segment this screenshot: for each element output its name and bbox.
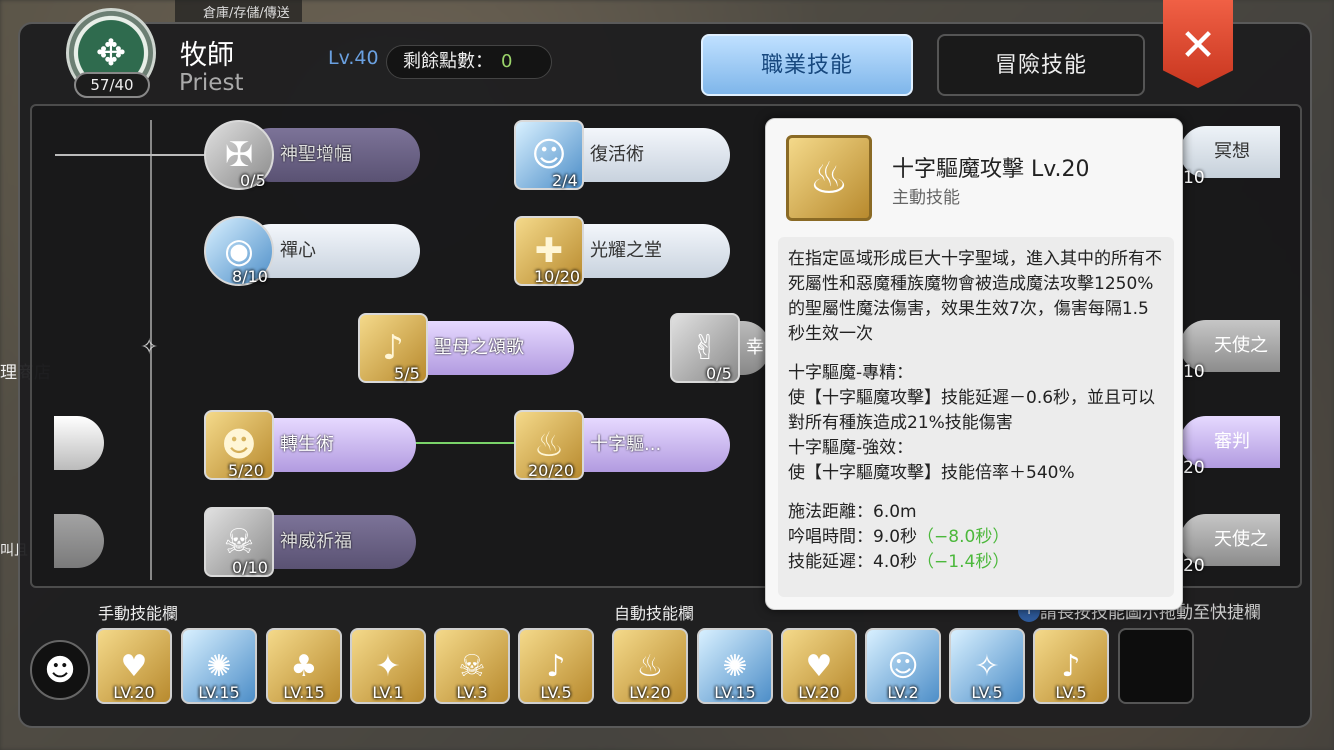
skill-count: 10/20	[534, 267, 581, 286]
tooltip-description[interactable]: 在指定區域形成巨大十字聖域，進入其中的所有不死屬性和惡魔種族魔物會被造成魔法攻擊…	[778, 237, 1174, 597]
manual-skill-slot[interactable]: ☠ LV.3	[434, 628, 510, 704]
skill-count: 5/5	[394, 364, 420, 383]
tooltip-skill-type: 主動技能	[892, 188, 960, 208]
tooltip-spec2-body: 使【十字驅魔攻擊】技能倍率＋540%	[788, 463, 1075, 483]
tree-connector-active	[414, 442, 516, 444]
slot-level: LV.2	[887, 683, 919, 702]
tooltip-delay: 技能延遲：4.0秒	[788, 552, 918, 572]
tooltip-cast-row: 吟唱時間：9.0秒（−8.0秒）	[788, 525, 1164, 550]
manual-skill-slot[interactable]: ✦ LV.1	[350, 628, 426, 704]
auto-skill-slot[interactable]: ✺ LV.15	[697, 628, 773, 704]
auto-skill-slot[interactable]: ☺ LV.2	[865, 628, 941, 704]
tooltip-delay-mod: （−1.4秒）	[917, 552, 1010, 572]
job-title: 牧師	[180, 40, 234, 71]
tooltip-spec1-title: 十字驅魔-專精：	[788, 363, 914, 383]
tooltip-desc-text: 在指定區域形成巨大十字聖域，進入其中的所有不死屬性和惡魔種族魔物會被造成魔法攻擊…	[788, 249, 1162, 344]
skill-count: 0/5	[240, 171, 266, 190]
tooltip-range: 施法距離：6.0m	[788, 502, 917, 522]
auto-skill-slot[interactable]: ♨ LV.20	[612, 628, 688, 704]
auto-skill-slot[interactable]: ✧ LV.5	[949, 628, 1025, 704]
skill-node[interactable]: 禪心 ◉ 8/10	[204, 216, 420, 286]
manual-skill-slot[interactable]: ♪ LV.5	[518, 628, 594, 704]
skill-count: 2/4	[552, 171, 578, 190]
slot-level: LV.5	[971, 683, 1003, 702]
skill-count: 20/20	[528, 461, 575, 480]
skill-node[interactable]: 十字驅... ♨ 20/20	[514, 410, 730, 480]
holy-flame-icon: ♨	[786, 135, 872, 221]
empty-skill-slot[interactable]	[1118, 628, 1194, 704]
skill-node[interactable]: 聖母之頌歌 ♪ 5/5	[358, 313, 574, 383]
slot-level: LV.3	[456, 683, 488, 702]
points-label: 剩餘點數：	[403, 51, 493, 72]
manual-skill-slot[interactable]: ♣ LV.15	[266, 628, 342, 704]
slot-level: LV.15	[714, 683, 756, 702]
manual-skill-bar-label: 手動技能欄	[98, 604, 179, 623]
auto-skill-slot[interactable]: ♥ LV.20	[781, 628, 857, 704]
slot-level: LV.1	[372, 683, 404, 702]
job-subtitle: Priest	[179, 70, 244, 96]
tree-divider-ornament-icon: ✧	[140, 335, 159, 360]
avatar-icon[interactable]: ☻	[30, 640, 90, 700]
tooltip-spec1-body: 使【十字驅魔攻擊】技能延遲－0.6秒，並且可以對所有種族造成21%技能傷害	[788, 388, 1156, 433]
points-value: 0	[501, 51, 513, 72]
skill-count: 10	[1183, 168, 1205, 188]
skill-count: 0/5	[706, 364, 732, 383]
slot-level: LV.5	[1055, 683, 1087, 702]
slot-level: LV.20	[113, 683, 155, 702]
skill-count: 5/20	[228, 461, 264, 480]
tooltip-cast-mod: （−8.0秒）	[917, 527, 1010, 547]
skill-node[interactable]: 光耀之堂 ✚ 10/20	[514, 216, 730, 286]
auto-skill-slot[interactable]: ♪ LV.5	[1033, 628, 1109, 704]
manual-skill-slot[interactable]: ✺ LV.15	[181, 628, 257, 704]
skill-tooltip: ♨ 十字驅魔攻擊 Lv.20 主動技能 在指定區域形成巨大十字聖域，進入其中的所…	[765, 118, 1183, 610]
skill-node[interactable]: 復活術 ☺ 2/4	[514, 120, 730, 190]
slot-level: LV.20	[629, 683, 671, 702]
skill-count: 20	[1183, 458, 1205, 478]
manual-skill-slot[interactable]: ♥ LV.20	[96, 628, 172, 704]
tooltip-skill-name: 十字驅魔攻擊 Lv.20	[892, 157, 1090, 182]
skill-node[interactable]: 神聖增幅 ✠ 0/5	[204, 120, 420, 190]
slot-level: LV.5	[540, 683, 572, 702]
tab-job-skills[interactable]: 職業技能	[701, 34, 913, 96]
top-location-hint: 倉庫/存儲/傳送	[175, 0, 302, 22]
emblem-count: 57/40	[74, 72, 150, 98]
auto-skill-bar-label: 自動技能欄	[614, 604, 695, 623]
tooltip-spec2-title: 十字驅魔-強效：	[788, 438, 914, 458]
slot-level: LV.15	[283, 683, 325, 702]
skill-node[interactable]: 幸 ✌ 0/5	[670, 313, 770, 383]
tooltip-delay-row: 技能延遲：4.0秒（−1.4秒）	[788, 550, 1164, 575]
tooltip-cast: 吟唱時間：9.0秒	[788, 527, 918, 547]
skill-count: 0/10	[232, 558, 268, 577]
close-button[interactable]: ✕	[1163, 0, 1233, 88]
job-level: Lv.40	[328, 47, 379, 69]
tree-connector	[55, 154, 205, 156]
skill-count: 8/10	[232, 267, 268, 286]
remaining-points: 剩餘點數： 0	[386, 45, 552, 79]
slot-level: LV.20	[798, 683, 840, 702]
skill-count: 20	[1183, 556, 1205, 576]
tab-adventure-skills[interactable]: 冒險技能	[937, 34, 1145, 96]
skill-node[interactable]: 神威祈福 ☠ 0/10	[204, 507, 420, 577]
skill-node[interactable]: 轉生術 ☻ 5/20	[204, 410, 420, 480]
slot-level: LV.15	[198, 683, 240, 702]
skill-count: 10	[1183, 362, 1205, 382]
